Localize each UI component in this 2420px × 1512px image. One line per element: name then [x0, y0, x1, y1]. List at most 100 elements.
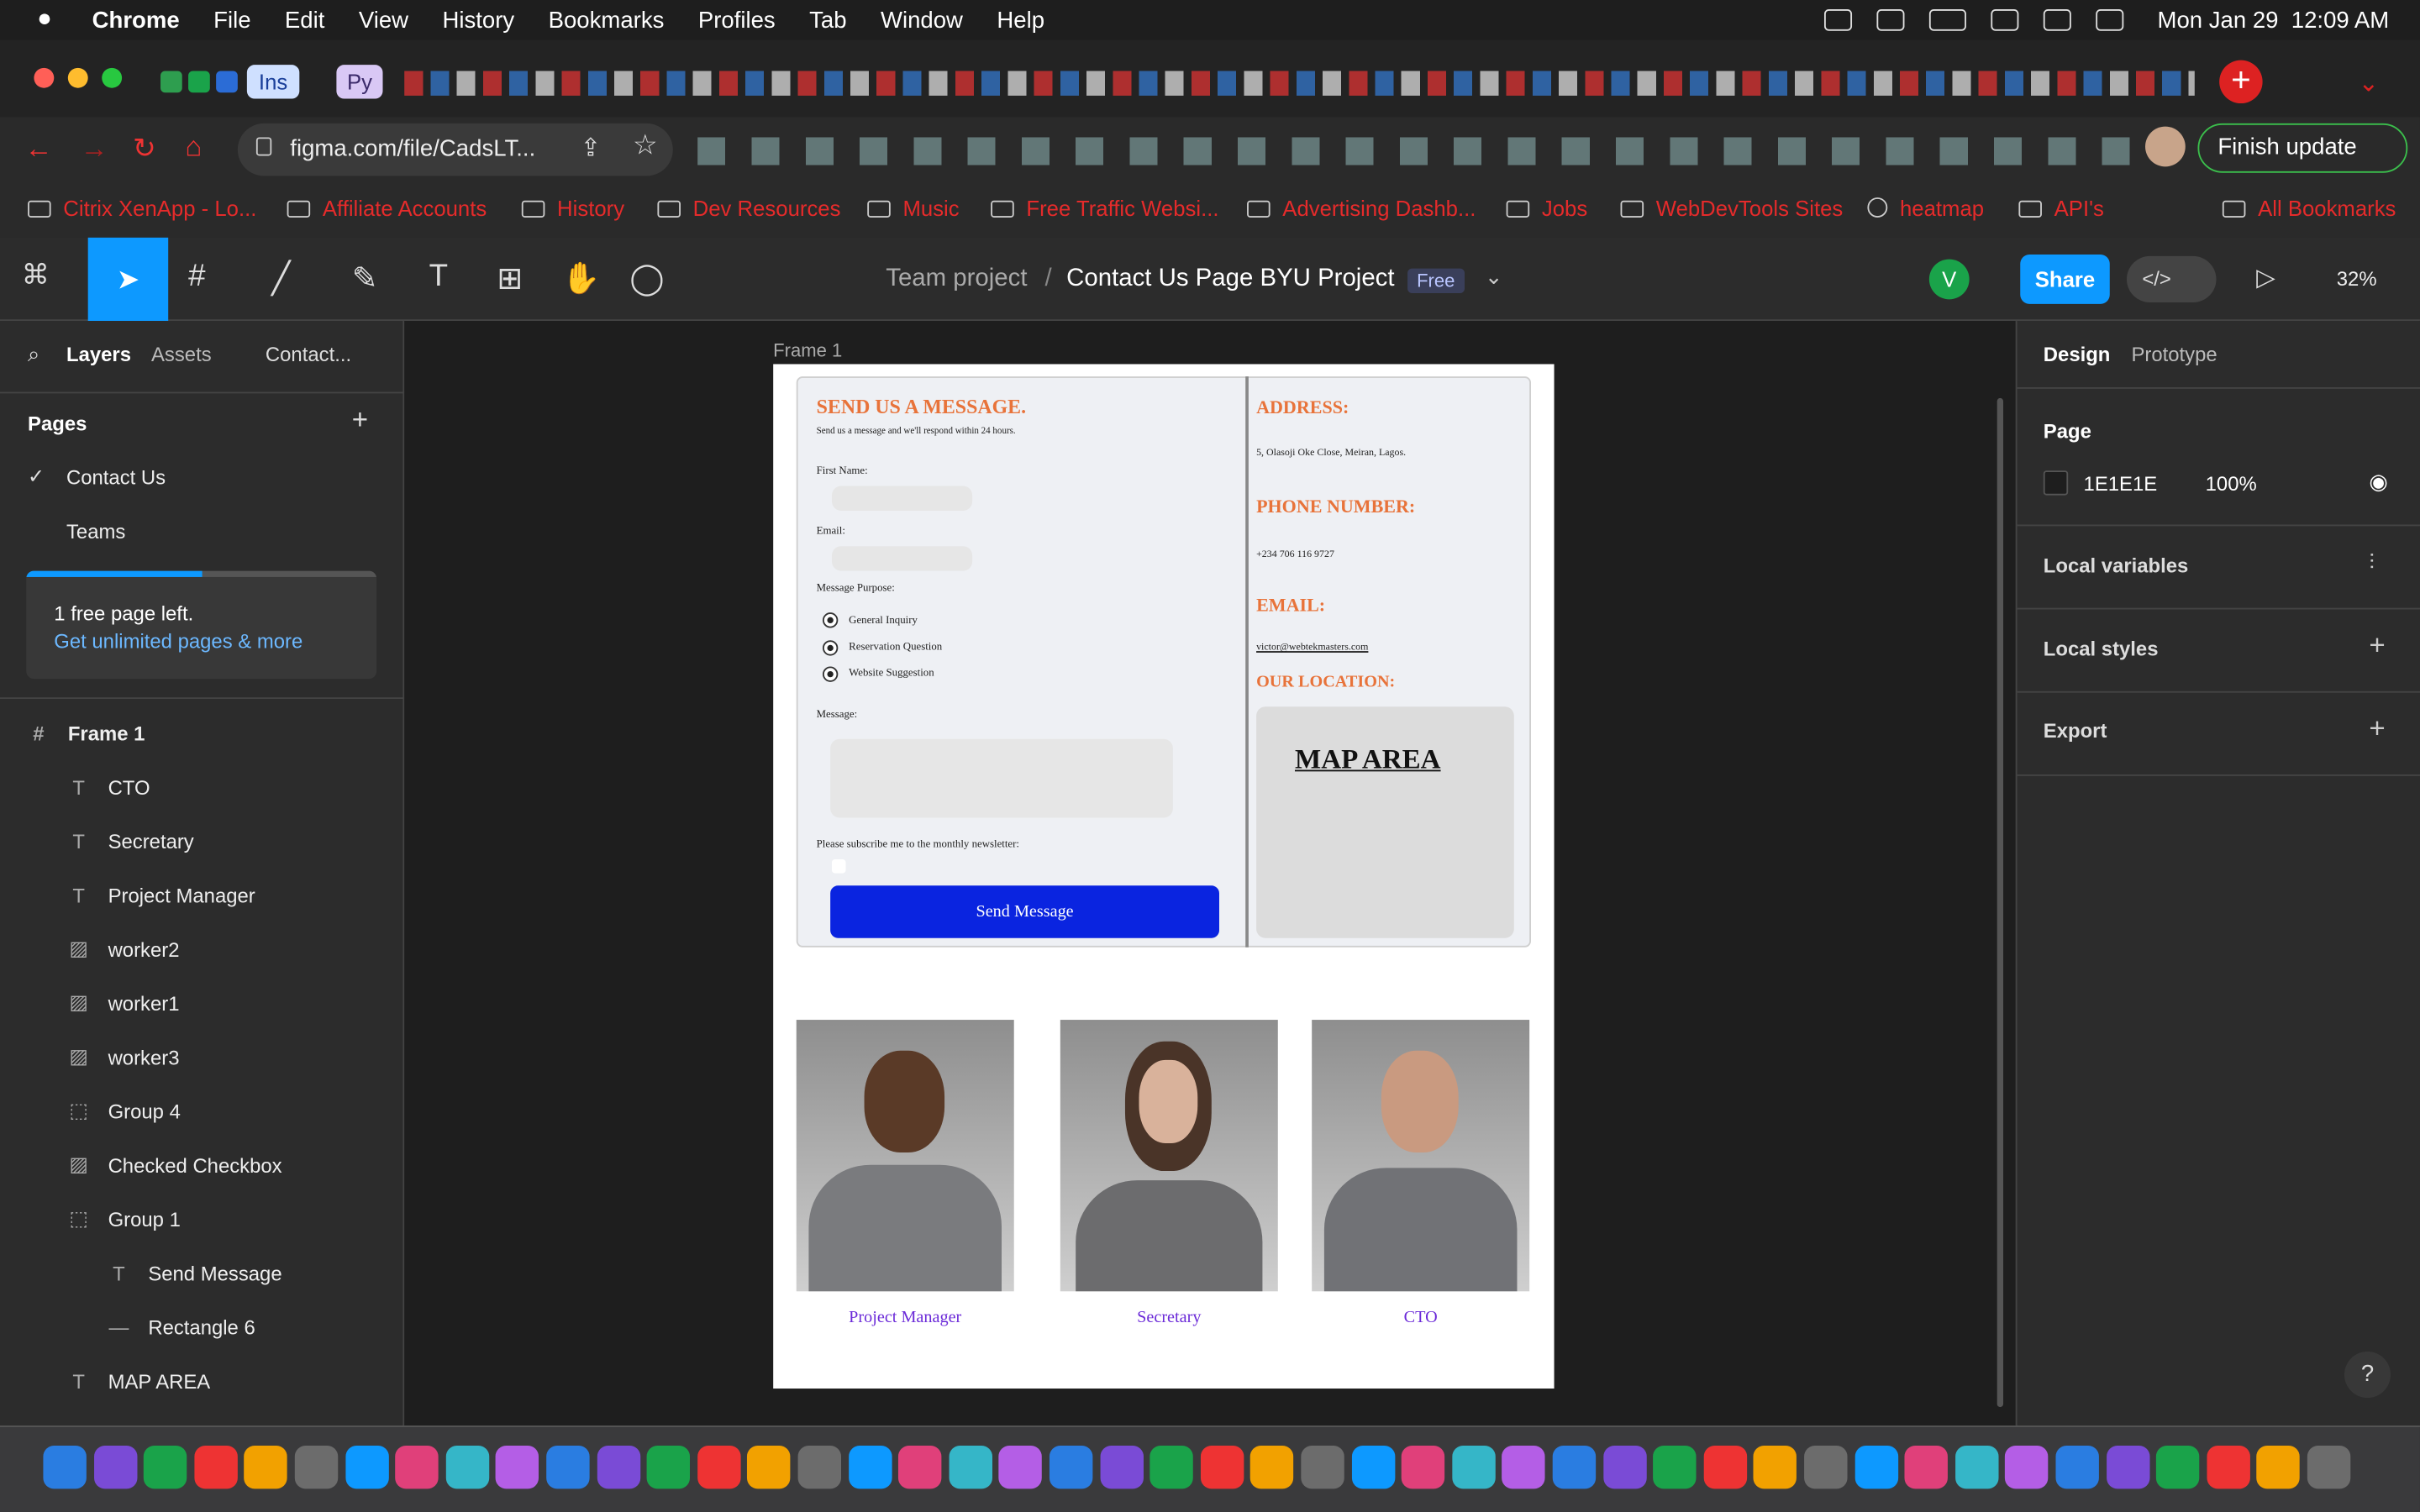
- eye-icon[interactable]: ◉: [2369, 469, 2387, 495]
- search-icon[interactable]: [2043, 9, 2071, 31]
- menu-help[interactable]: Help: [997, 7, 1044, 33]
- wifi-icon[interactable]: [1991, 9, 2019, 31]
- share-page-icon[interactable]: ⇪: [581, 133, 602, 164]
- bookmark[interactable]: Advertising Dashb...: [1247, 196, 1476, 221]
- local-styles[interactable]: Local styles: [2044, 638, 2159, 661]
- layer-item[interactable]: T Send Message: [0, 1247, 404, 1299]
- dock-app-icon[interactable]: [898, 1445, 942, 1489]
- bookmark[interactable]: Music: [867, 196, 960, 221]
- frame-tool-icon[interactable]: #: [188, 260, 205, 295]
- dock-app-icon[interactable]: [1754, 1445, 1797, 1489]
- radio-reservation-question[interactable]: [822, 640, 839, 656]
- layer-item[interactable]: ▨ worker2: [0, 922, 404, 974]
- dock-app-icon[interactable]: [1451, 1445, 1496, 1489]
- dock-app-icon[interactable]: [2055, 1445, 2099, 1489]
- tab-search-icon[interactable]: ⌄: [2358, 68, 2379, 99]
- layer-item[interactable]: ▨ worker1: [0, 977, 404, 1029]
- page-opacity[interactable]: 100%: [2206, 472, 2257, 496]
- menu-bookmarks[interactable]: Bookmarks: [549, 7, 665, 33]
- tab[interactable]: [216, 71, 238, 93]
- figma-menu-icon[interactable]: ⌘: [22, 260, 50, 292]
- dock-app-icon[interactable]: [1602, 1445, 1647, 1489]
- dock-app-icon[interactable]: [1049, 1445, 1093, 1489]
- bookmark-star-icon[interactable]: ☆: [633, 129, 658, 162]
- dock-app-icon[interactable]: [194, 1445, 238, 1489]
- first-name-field[interactable]: [831, 486, 973, 511]
- dock-app-icon[interactable]: [1099, 1445, 1144, 1489]
- dock-app-icon[interactable]: [43, 1445, 87, 1489]
- frame-1[interactable]: SEND US A MESSAGE. Send us a message and…: [773, 364, 1555, 1389]
- dock-app-icon[interactable]: [2005, 1445, 2049, 1489]
- tab-ins[interactable]: Ins: [246, 65, 300, 99]
- battery-icon[interactable]: [1928, 9, 1966, 31]
- dock-app-icon[interactable]: [1250, 1445, 1294, 1489]
- layer-item[interactable]: ⬚ Group 4: [0, 1084, 404, 1137]
- search-icon[interactable]: ⌕: [28, 341, 39, 367]
- help-button[interactable]: ?: [2344, 1351, 2391, 1399]
- menu-tab[interactable]: Tab: [809, 7, 846, 33]
- share-button[interactable]: Share: [2020, 255, 2110, 304]
- forward-icon[interactable]: →: [81, 133, 108, 165]
- tab[interactable]: [160, 71, 182, 93]
- menu-file[interactable]: File: [213, 7, 250, 33]
- components-tool-icon[interactable]: ⊞: [497, 260, 523, 298]
- dock-app-icon[interactable]: [1954, 1445, 1999, 1489]
- radio-general-inquiry[interactable]: [822, 612, 839, 628]
- page-item-contact-us[interactable]: ✓ Contact Us: [0, 450, 404, 502]
- page-item-teams[interactable]: Teams: [0, 505, 404, 557]
- frame-label[interactable]: Frame 1: [773, 339, 842, 361]
- text-tool-icon[interactable]: T: [429, 260, 448, 295]
- bookmark[interactable]: Dev Resources: [657, 196, 840, 221]
- email-field[interactable]: [831, 546, 973, 571]
- dock-app-icon[interactable]: [1653, 1445, 1697, 1489]
- layer-item[interactable]: T Secretary: [0, 815, 404, 867]
- dock-app-icon[interactable]: [1502, 1445, 1546, 1489]
- pen-tool-icon[interactable]: ✎: [352, 260, 378, 298]
- menu-window[interactable]: Window: [881, 7, 963, 33]
- dock-app-icon[interactable]: [1150, 1445, 1194, 1489]
- tab-assets[interactable]: Assets: [151, 343, 212, 366]
- email-link[interactable]: victor@webtekmasters.com: [1256, 642, 1368, 653]
- line-tool-icon[interactable]: ╱: [271, 260, 290, 298]
- menu-app[interactable]: Chrome: [92, 7, 180, 33]
- dock-app-icon[interactable]: [1552, 1445, 1597, 1489]
- dock-app-icon[interactable]: [2256, 1445, 2301, 1489]
- url-text[interactable]: figma.com/file/CadsLT...: [290, 136, 535, 162]
- variables-icon[interactable]: ⫶: [2369, 549, 2374, 575]
- minimize-window-button[interactable]: [67, 67, 88, 88]
- present-icon[interactable]: ▷: [2256, 262, 2275, 293]
- bookmark[interactable]: heatmap: [1867, 196, 1984, 221]
- comment-tool-icon[interactable]: ◯: [629, 260, 664, 298]
- dock-app-icon[interactable]: [2307, 1445, 2351, 1489]
- chevron-down-icon[interactable]: ⌄: [1485, 264, 1503, 290]
- menu-profiles[interactable]: Profiles: [698, 7, 776, 33]
- dock-app-icon[interactable]: [697, 1445, 741, 1489]
- dock-app-icon[interactable]: [1301, 1445, 1344, 1489]
- dock-app-icon[interactable]: [345, 1445, 389, 1489]
- maximize-window-button[interactable]: [102, 67, 123, 88]
- layer-item[interactable]: T CTO: [0, 760, 404, 812]
- new-tab-button[interactable]: +: [2219, 60, 2263, 104]
- dock-app-icon[interactable]: [999, 1445, 1043, 1489]
- breadcrumb-team[interactable]: Team project: [886, 265, 1027, 293]
- layer-item[interactable]: # Frame 1: [0, 706, 404, 759]
- vertical-scrollbar[interactable]: [1996, 397, 2004, 1408]
- menu-edit[interactable]: Edit: [285, 7, 324, 33]
- reload-icon[interactable]: ↻: [133, 133, 156, 165]
- message-field[interactable]: [830, 738, 1173, 818]
- file-name[interactable]: Contact Us Page BYU Project: [1066, 265, 1394, 293]
- profile-avatar[interactable]: [2145, 126, 2186, 167]
- dock-app-icon[interactable]: [445, 1445, 489, 1489]
- layer-item[interactable]: T MAP AREA: [0, 1355, 404, 1407]
- newsletter-checkbox[interactable]: [831, 859, 846, 874]
- bookmark[interactable]: API's: [2018, 196, 2104, 221]
- avatar[interactable]: V: [1928, 259, 1970, 300]
- dock-app-icon[interactable]: [597, 1445, 640, 1489]
- dock-app-icon[interactable]: [2106, 1445, 2149, 1489]
- dev-mode-toggle[interactable]: </>: [2126, 255, 2217, 302]
- dock-app-icon[interactable]: [93, 1445, 137, 1489]
- add-export-icon[interactable]: +: [2369, 713, 2385, 746]
- layer-item[interactable]: □Rectangle 6: [0, 1409, 404, 1425]
- bookmark[interactable]: WebDevTools Sites: [1620, 196, 1843, 221]
- move-tool[interactable]: ➤: [87, 237, 169, 322]
